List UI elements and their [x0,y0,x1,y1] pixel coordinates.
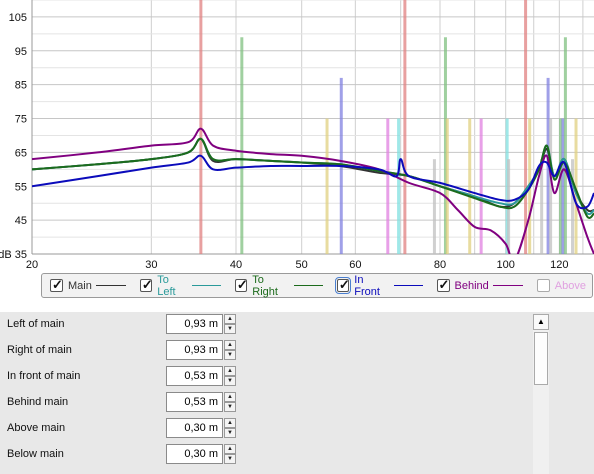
below-main-input[interactable]: 0,30 m [166,444,223,464]
main-checkbox[interactable] [50,277,63,293]
field-row-below-main: Below main 0,30 m ▲ ▼ [0,442,530,468]
legend-label-above: Above [554,279,586,292]
mode-marker [199,0,203,254]
spin-up-icon[interactable]: ▲ [224,418,236,428]
legend-line-behind [492,285,523,286]
legend-label-to-right: To Right [252,273,278,298]
mode-marker [563,37,567,255]
mode-marker [240,37,244,255]
spin-down-icon[interactable]: ▼ [224,350,236,360]
scroll-up-icon[interactable]: ▲ [533,314,549,330]
x-tick-label: 80 [434,259,446,270]
spin-up-icon[interactable]: ▲ [224,392,236,402]
below-main-spinner[interactable]: ▲ ▼ [224,444,236,464]
legend-label-main: Main [68,279,92,292]
field-row-left-of-main: Left of main 0,93 m ▲ ▼ [0,312,530,338]
spin-down-icon[interactable]: ▼ [224,402,236,412]
y-tick-label: 85 [15,80,27,92]
mode-marker [397,118,401,255]
to-left-checkbox[interactable] [139,277,153,293]
to-right-checkbox[interactable] [234,277,248,293]
field-label: Behind main [7,396,69,408]
legend-item-to-left[interactable]: To Left [139,273,221,298]
mode-marker [479,118,483,255]
spin-down-icon[interactable]: ▼ [224,454,236,464]
field-label: Left of main [7,318,65,330]
spin-up-icon[interactable]: ▲ [224,314,236,324]
in-front-of-main-spinner[interactable]: ▲ ▼ [224,366,236,386]
legend-bar: Main To Left To Right In Front Behind Ab… [41,273,593,298]
spin-down-icon[interactable]: ▼ [224,428,236,438]
mode-marker [325,118,329,255]
frequency-response-chart: 20 30 40 50 60 80 100 120 105 95 85 75 65 55 45 dB 35 [0,0,594,270]
above-checkbox[interactable] [536,279,550,292]
field-label: Above main [7,422,66,434]
spin-up-icon[interactable]: ▲ [224,444,236,454]
distance-settings-panel: Left of main 0,93 m ▲ ▼ Right of main 0,9… [0,312,594,474]
legend-item-main[interactable]: Main [50,277,126,293]
panel-scrollbar[interactable]: ▲ [533,314,549,474]
legend-line-to-right [294,285,323,286]
in-front-of-main-input[interactable]: 0,53 m [166,366,223,386]
above-main-input[interactable]: 0,30 m [166,418,223,438]
spin-up-icon[interactable]: ▲ [224,340,236,350]
y-tick-label: 45 [15,215,27,227]
mode-marker [524,0,528,254]
x-tick-label: 120 [550,259,568,270]
legend-item-in-front[interactable]: In Front [334,273,423,298]
mode-marker [403,0,407,254]
right-of-main-input[interactable]: 0,93 m [166,340,223,360]
behind-checkbox[interactable] [436,277,450,293]
x-tick-label: 50 [296,259,308,270]
left-of-main-spinner[interactable]: ▲ ▼ [224,314,236,334]
field-row-above-main: Above main 0,30 m ▲ ▼ [0,416,530,442]
spin-up-icon[interactable]: ▲ [224,366,236,376]
legend-item-above[interactable]: Above [536,279,586,292]
field-row-in-front-of-main: In front of main 0,53 m ▲ ▼ [0,364,530,390]
y-tick-label: 65 [15,147,27,159]
mode-marker [386,118,390,255]
spin-down-icon[interactable]: ▼ [224,324,236,334]
legend-item-behind[interactable]: Behind [436,277,523,293]
mode-marker [445,118,449,255]
x-tick-label: 40 [230,259,242,270]
legend-line-in-front [394,285,423,286]
above-main-spinner[interactable]: ▲ ▼ [224,418,236,438]
mode-marker [468,118,472,255]
y-tick-label: 95 [15,46,27,58]
mode-marker [571,159,575,254]
right-of-main-spinner[interactable]: ▲ ▼ [224,340,236,360]
behind-main-spinner[interactable]: ▲ ▼ [224,392,236,412]
field-label: In front of main [7,370,81,382]
scroll-thumb[interactable] [534,332,548,385]
field-row-behind-main: Behind main 0,53 m ▲ ▼ [0,390,530,416]
in-front-checkbox[interactable] [334,277,352,294]
legend-label-behind: Behind [454,279,489,292]
x-tick-label: 100 [496,259,514,270]
y-tick-label: 75 [15,114,27,126]
legend-label-in-front: In Front [354,273,380,298]
legend-line-main [95,285,126,286]
field-label: Right of main [7,344,72,356]
field-label: Below main [7,448,64,460]
legend-label-to-left: To Left [157,273,176,298]
legend-line-to-left [192,285,221,286]
x-tick-label: 20 [26,259,38,270]
legend-item-to-right[interactable]: To Right [234,273,323,298]
y-tick-label: 105 [9,12,27,24]
left-of-main-input[interactable]: 0,93 m [166,314,223,334]
spin-down-icon[interactable]: ▼ [224,376,236,386]
x-tick-label: 30 [145,259,157,270]
mode-marker [432,159,436,254]
y-tick-label: 55 [15,181,27,193]
field-row-right-of-main: Right of main 0,93 m ▲ ▼ [0,338,530,364]
behind-main-input[interactable]: 0,53 m [166,392,223,412]
x-tick-label: 60 [349,259,361,270]
y-tick-label: dB 35 [0,249,27,261]
